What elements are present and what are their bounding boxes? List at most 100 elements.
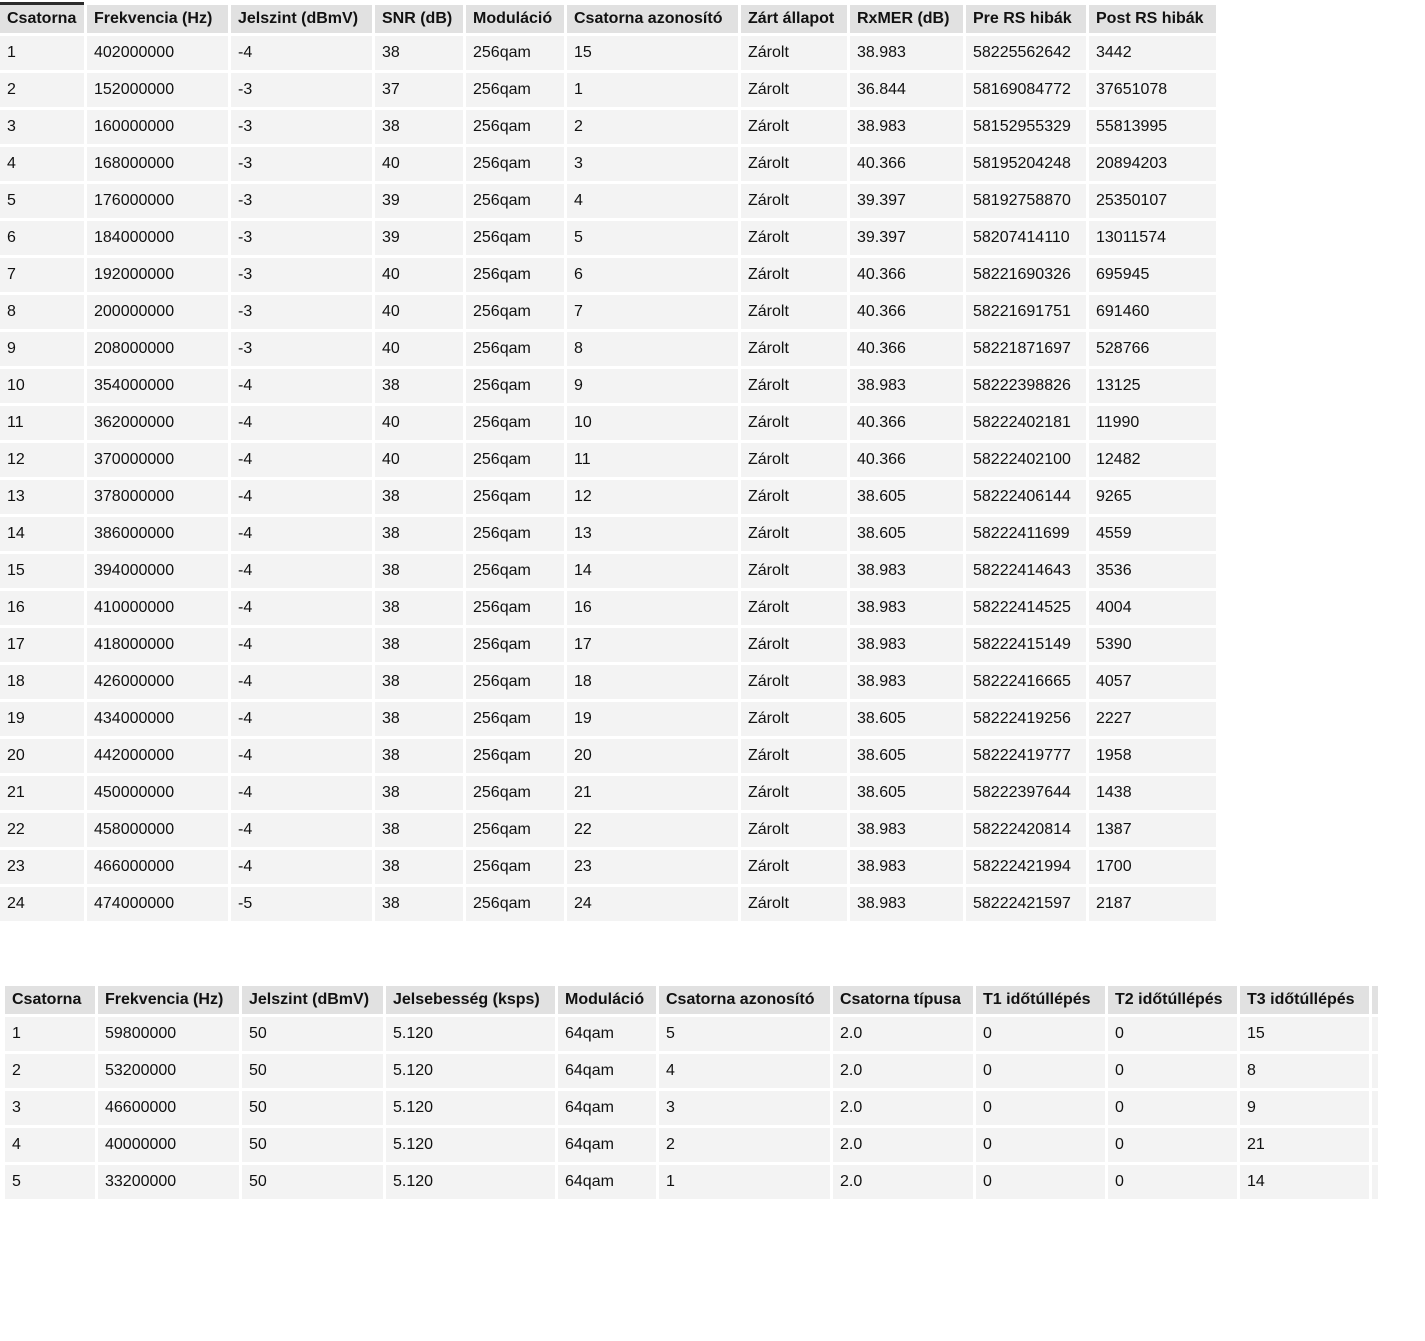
table-row: 24 474000000 -5 38 256qam 24 Zárolt 38.983 58222… <box>0 887 1216 921</box>
table-cell: 8 <box>567 332 738 366</box>
table-cell: -3 <box>231 73 372 107</box>
table-cell: -4 <box>231 443 372 477</box>
table-cell: 5 <box>0 184 84 218</box>
table-row: 23 466000000 -4 38 256qam 23 Zárolt 38.983 58222… <box>0 850 1216 884</box>
table-cell: 2187 <box>1089 887 1216 921</box>
table-cell: 37 <box>375 73 463 107</box>
table-cell: 3 <box>0 110 84 144</box>
table-row: 19 434000000 -4 38 256qam 19 Zárolt 38.605 58222… <box>0 702 1216 736</box>
table-cell: 38 <box>375 776 463 810</box>
table-cell: 53200000 <box>98 1054 239 1088</box>
table-row: 10 354000000 -4 38 256qam 9 Zárolt 38.983 582223… <box>0 369 1216 403</box>
table-cell: 256qam <box>466 887 564 921</box>
table-cell: 38.983 <box>850 36 963 70</box>
table-cell: Zárolt <box>741 110 847 144</box>
table-cell: 3536 <box>1089 554 1216 588</box>
column-header: Csatorna típusa <box>833 983 973 1014</box>
table-cell: 10 <box>0 369 84 403</box>
table-cell: Zárolt <box>741 628 847 662</box>
table-cell: 21 <box>567 776 738 810</box>
table-cell: Zárolt <box>741 739 847 773</box>
table-cell: -4 <box>231 665 372 699</box>
table-cell: 0 <box>1372 1128 1378 1162</box>
table-cell: 18 <box>0 665 84 699</box>
upstream-table-body: 159800000505.12064qam52.0001502532000005… <box>5 1017 1378 1199</box>
table-cell: -4 <box>231 739 372 773</box>
table-cell: -4 <box>231 406 372 440</box>
table-cell: 17 <box>0 628 84 662</box>
table-cell: 14 <box>0 517 84 551</box>
table-cell: 58222406144 <box>966 480 1086 514</box>
table-cell: Zárolt <box>741 184 847 218</box>
table-cell: 0 <box>976 1091 1105 1125</box>
table-cell: 256qam <box>466 36 564 70</box>
table-row: 346600000505.12064qam32.00090 <box>5 1091 1378 1125</box>
column-header: Moduláció <box>558 983 656 1014</box>
downstream-table-header: Csatorna Frekvencia (Hz) Jelszint (dBmV) SN… <box>0 2 1216 33</box>
table-cell: 370000000 <box>87 443 228 477</box>
table-cell: 20 <box>0 739 84 773</box>
table-cell: Zárolt <box>741 443 847 477</box>
table-cell: 38.983 <box>850 887 963 921</box>
table-cell: 4 <box>5 1128 95 1162</box>
table-cell: 15 <box>0 554 84 588</box>
table-cell: 40.366 <box>850 147 963 181</box>
table-cell: 64qam <box>558 1017 656 1051</box>
table-cell: 0 <box>1108 1017 1237 1051</box>
table-row: 440000000505.12064qam22.000210 <box>5 1128 1378 1162</box>
header-row: Csatorna Frekvencia (Hz) Jelszint (dBmV) Je… <box>5 983 1378 1014</box>
table-cell: Zárolt <box>741 813 847 847</box>
table-cell: 0 <box>1108 1128 1237 1162</box>
table-cell: Zárolt <box>741 887 847 921</box>
table-cell: 38 <box>375 850 463 884</box>
table-cell: 5 <box>659 1017 830 1051</box>
table-cell: 13 <box>567 517 738 551</box>
table-cell: 58152955329 <box>966 110 1086 144</box>
table-cell: 11 <box>567 443 738 477</box>
table-cell: 691460 <box>1089 295 1216 329</box>
table-cell: 64qam <box>558 1165 656 1199</box>
table-cell: 15 <box>1240 1017 1369 1051</box>
table-cell: 58222421994 <box>966 850 1086 884</box>
column-header: T3 időtúllépés <box>1240 983 1369 1014</box>
table-cell: 17 <box>567 628 738 662</box>
downstream-channels-table: Csatorna Frekvencia (Hz) Jelszint (dBmV) SN… <box>0 0 1219 924</box>
table-cell: Zárolt <box>741 147 847 181</box>
upstream-table-header: Csatorna Frekvencia (Hz) Jelszint (dBmV) Je… <box>5 983 1378 1014</box>
table-cell: 256qam <box>466 591 564 625</box>
table-cell: 1958 <box>1089 739 1216 773</box>
table-cell: 5.120 <box>386 1017 555 1051</box>
table-cell: 38.605 <box>850 776 963 810</box>
table-cell: 38.983 <box>850 554 963 588</box>
table-cell: 40 <box>375 258 463 292</box>
table-cell: 256qam <box>466 110 564 144</box>
table-cell: 40 <box>375 295 463 329</box>
table-row: 21 450000000 -4 38 256qam 21 Zárolt 38.605 58222… <box>0 776 1216 810</box>
table-cell: 410000000 <box>87 591 228 625</box>
table-cell: 58222402181 <box>966 406 1086 440</box>
table-cell: 19 <box>0 702 84 736</box>
table-cell: -3 <box>231 110 372 144</box>
table-cell: 200000000 <box>87 295 228 329</box>
table-cell: 46600000 <box>98 1091 239 1125</box>
table-cell: Zárolt <box>741 332 847 366</box>
table-cell: 59800000 <box>98 1017 239 1051</box>
table-row: 22 458000000 -4 38 256qam 22 Zárolt 38.983 58222… <box>0 813 1216 847</box>
table-cell: Zárolt <box>741 850 847 884</box>
table-cell: 38 <box>375 480 463 514</box>
table-cell: 394000000 <box>87 554 228 588</box>
column-header: T2 időtúllépés <box>1108 983 1237 1014</box>
table-cell: 0 <box>976 1054 1105 1088</box>
table-cell: 0 <box>976 1128 1105 1162</box>
table-cell: 160000000 <box>87 110 228 144</box>
table-cell: 38 <box>375 665 463 699</box>
table-cell: 256qam <box>466 665 564 699</box>
downstream-channels-section: Csatorna Frekvencia (Hz) Jelszint (dBmV) SN… <box>0 0 1219 924</box>
table-cell: 38.605 <box>850 702 963 736</box>
table-cell: 40 <box>375 332 463 366</box>
column-header: Jelszint (dBmV) <box>242 983 383 1014</box>
table-cell: 256qam <box>466 480 564 514</box>
table-cell: 38 <box>375 702 463 736</box>
table-cell: 13125 <box>1089 369 1216 403</box>
table-cell: -3 <box>231 147 372 181</box>
